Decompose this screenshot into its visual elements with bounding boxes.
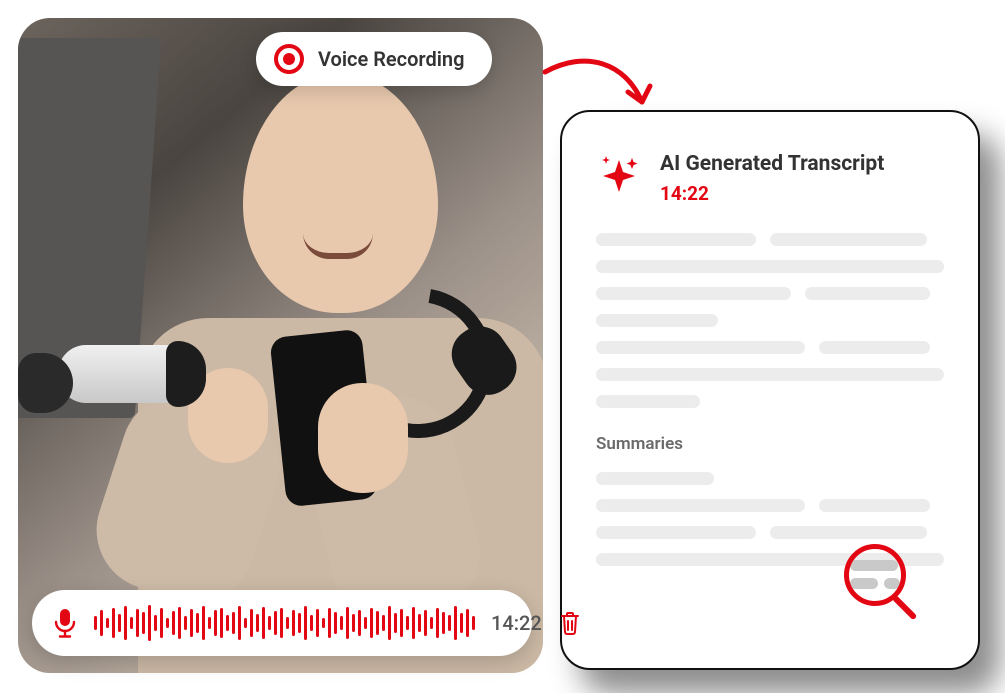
transcript-body-placeholder [596,233,944,408]
audio-timestamp: 14:22 [491,611,542,635]
record-icon [274,44,304,74]
flow-arrow-icon [540,52,660,122]
microphone-icon[interactable] [52,608,78,638]
delete-icon[interactable] [558,610,582,636]
photo-illustration [18,18,543,673]
audio-waveform[interactable] [94,605,475,641]
audio-recording-bar: 14:22 [32,590,532,656]
summaries-heading: Summaries [596,434,944,454]
magnifier-icon [844,544,922,622]
voice-recording-label: Voice Recording [318,47,464,71]
ai-sparkle-icon [596,152,642,198]
recording-photo-card [18,18,543,673]
transcript-card: AI Generated Transcript 14:22 Summaries [560,110,980,670]
transcript-timestamp: 14:22 [660,182,884,205]
voice-recording-pill: Voice Recording [256,32,492,86]
transcript-title: AI Generated Transcript [660,152,884,176]
